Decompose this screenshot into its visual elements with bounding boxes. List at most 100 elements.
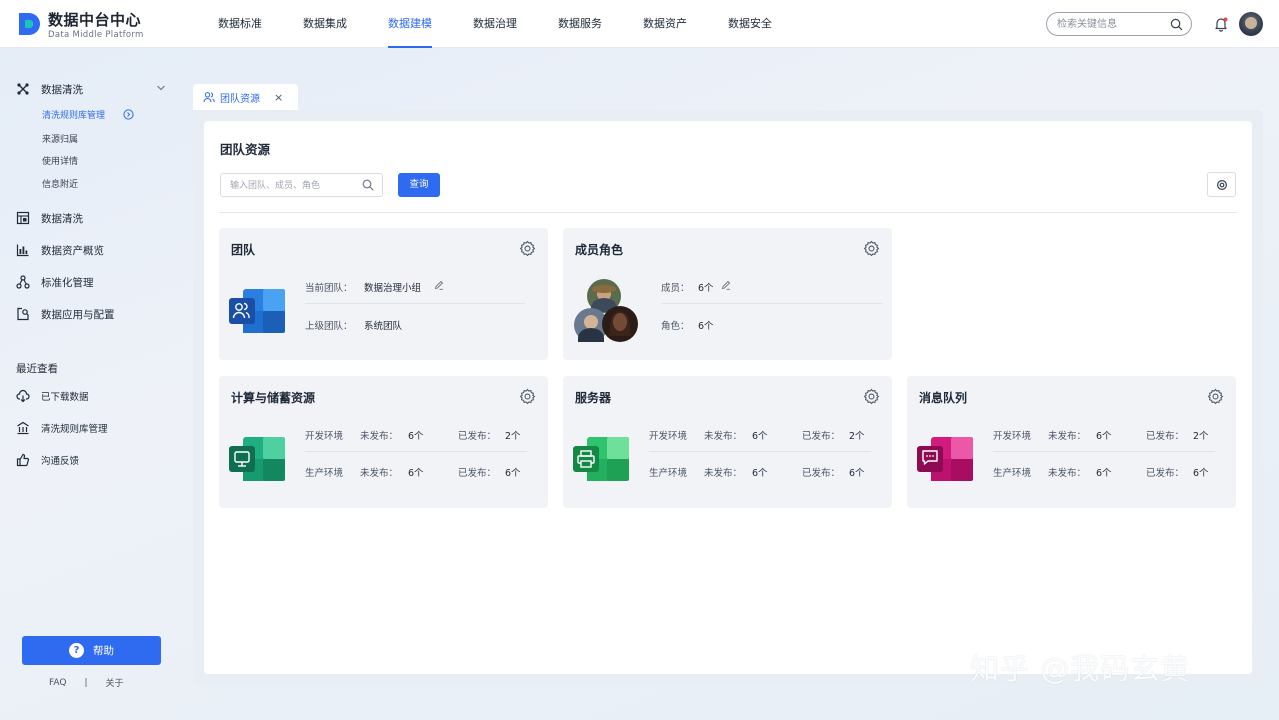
- filter-search: [220, 173, 383, 197]
- published-label: 已发布：: [1146, 468, 1185, 479]
- published-label: 已发布：: [458, 431, 497, 442]
- edit-icon[interactable]: [434, 280, 444, 290]
- sidebar-group-data-clean[interactable]: 数据清洗: [16, 80, 83, 98]
- search-icon[interactable]: [1170, 18, 1183, 31]
- unpublished-label: 未发布：: [1048, 468, 1087, 479]
- env-label: 开发环境: [649, 431, 688, 442]
- tab-team-resources[interactable]: 团队资源 ×: [193, 84, 298, 110]
- user-avatar[interactable]: [1239, 12, 1263, 36]
- global-search-input[interactable]: [1057, 16, 1165, 32]
- published-label: 已发布：: [458, 468, 497, 479]
- thumbs-up-icon: [16, 453, 30, 467]
- faq-link[interactable]: FAQ: [49, 678, 66, 688]
- published-value: 2个: [849, 431, 865, 442]
- row-key: 上级团队：: [305, 321, 353, 332]
- sidebar-sub-item-nearby[interactable]: 信息附近: [42, 177, 78, 190]
- divider: [649, 451, 871, 452]
- current-team-value: 数据治理小组: [364, 283, 422, 294]
- unpublished-value: 6个: [752, 468, 768, 479]
- compute-storage-card: 计算与储蓄资源 开发环境 未发布： 6个 已发布： 2个 生产环境 未发布： 6…: [219, 376, 548, 508]
- nav-item-data-integration[interactable]: 数据集成: [303, 0, 388, 48]
- card-title: 团队: [231, 243, 256, 257]
- bar-chart-icon: [16, 244, 29, 257]
- team-card: 团队 当前团队： 数据治理小组 上级团队： 系统团队: [219, 228, 548, 360]
- sidebar-group-app-config[interactable]: 数据应用与配置: [16, 305, 115, 323]
- card-title: 成员角色: [575, 243, 624, 257]
- sidebar-group-asset-overview[interactable]: 数据资产概览: [16, 241, 104, 259]
- unpublished-value: 6个: [408, 431, 424, 442]
- recent-item-feedback[interactable]: 沟通反馈: [16, 451, 79, 469]
- unpublished-label: 未发布：: [1048, 431, 1087, 442]
- nav-item-data-standard[interactable]: 数据标准: [218, 0, 303, 48]
- sidebar-sub-item-usage[interactable]: 使用详情: [42, 154, 78, 167]
- published-value: 6个: [505, 468, 521, 479]
- row-key: 当前团队：: [305, 283, 353, 294]
- env-label: 生产环境: [993, 468, 1032, 479]
- chevron-down-icon[interactable]: [156, 83, 166, 93]
- footer-separator: |: [84, 677, 88, 688]
- gear-icon[interactable]: [863, 240, 880, 257]
- help-button[interactable]: ? 帮助: [22, 636, 161, 665]
- main-nav: 数据标准 数据集成 数据建模 数据治理 数据服务 数据资产 数据安全: [218, 0, 813, 48]
- recent-item-downloaded[interactable]: 已下载数据: [16, 387, 89, 405]
- divider: [305, 303, 525, 304]
- tab-close-icon[interactable]: ×: [274, 91, 283, 104]
- member-count-value: 6个: [698, 283, 714, 294]
- logo-icon: [19, 13, 40, 35]
- recent-item-rule-library[interactable]: 清洗规则库管理: [16, 419, 108, 437]
- published-label: 已发布：: [802, 431, 841, 442]
- recent-item-label: 沟通反馈: [41, 456, 80, 467]
- about-link[interactable]: 关于: [105, 676, 123, 689]
- parent-team-value: 系统团队: [364, 321, 403, 332]
- nav-item-data-modeling[interactable]: 数据建模: [388, 0, 473, 48]
- filter-search-input[interactable]: [230, 178, 355, 193]
- env-label: 生产环境: [649, 468, 688, 479]
- query-button[interactable]: 查询: [398, 173, 440, 197]
- notification-bell-icon[interactable]: [1213, 16, 1229, 32]
- card-title: 计算与储蓄资源: [231, 391, 316, 405]
- divider: [305, 451, 527, 452]
- hierarchy-icon: [16, 275, 30, 289]
- members-card: 成员角色 成员： 6个 角色： 6个: [563, 228, 892, 360]
- unpublished-value: 6个: [1096, 468, 1112, 479]
- page-title: 团队资源: [220, 142, 271, 157]
- sidebar-sub-item-source[interactable]: 来源归属: [42, 132, 78, 145]
- display-settings-button[interactable]: [1207, 172, 1236, 197]
- nav-item-data-service[interactable]: 数据服务: [558, 0, 643, 48]
- nav-item-data-assets[interactable]: 数据资产: [643, 0, 728, 48]
- row-key: 成员：: [661, 283, 690, 294]
- recent-item-label: 已下载数据: [41, 392, 89, 403]
- gear-icon[interactable]: [519, 240, 536, 257]
- nav-item-data-security[interactable]: 数据安全: [728, 0, 813, 48]
- sidebar-group-standardization[interactable]: 标准化管理: [16, 273, 94, 291]
- search-icon[interactable]: [362, 179, 374, 191]
- compute-app-icon: [229, 437, 285, 481]
- building-icon: [17, 421, 29, 435]
- top-bar: 数据中台中心 Data Middle Platform 数据标准 数据集成 数据…: [0, 0, 1279, 48]
- app-title: 数据中台中心: [48, 11, 142, 29]
- sidebar-footer: FAQ | 关于: [49, 676, 124, 690]
- sidebar-group-data-clean-table[interactable]: 数据清洗: [16, 209, 83, 227]
- divider: [661, 303, 883, 304]
- nav-item-data-governance[interactable]: 数据治理: [473, 0, 558, 48]
- help-icon: ?: [69, 643, 84, 658]
- unpublished-label: 未发布：: [704, 468, 743, 479]
- unpublished-value: 6个: [408, 468, 424, 479]
- sidebar-sub-item-rule-library[interactable]: 清洗规则库管理: [42, 108, 105, 121]
- gear-icon[interactable]: [519, 388, 536, 405]
- server-card: 服务器 开发环境 未发布： 6个 已发布： 2个 生产环境 未发布： 6个 已发…: [563, 376, 892, 508]
- row-key: 角色：: [661, 321, 690, 332]
- active-indicator-icon: [123, 109, 134, 120]
- sidebar-group-label: 数据清洗: [41, 83, 83, 96]
- env-label: 生产环境: [305, 468, 344, 479]
- message-queue-card: 消息队列 开发环境 未发布： 6个 已发布： 2个 生产环境 未发布： 6个 已…: [907, 376, 1236, 508]
- gear-icon[interactable]: [1207, 388, 1224, 405]
- edit-icon[interactable]: [721, 280, 731, 290]
- gear-icon[interactable]: [863, 388, 880, 405]
- unpublished-label: 未发布：: [360, 468, 399, 479]
- sidebar-group-label: 数据清洗: [41, 212, 83, 225]
- unpublished-value: 6个: [752, 431, 768, 442]
- recent-section-title: 最近查看: [16, 363, 58, 375]
- app-subtitle: Data Middle Platform: [48, 30, 144, 40]
- unpublished-label: 未发布：: [704, 431, 743, 442]
